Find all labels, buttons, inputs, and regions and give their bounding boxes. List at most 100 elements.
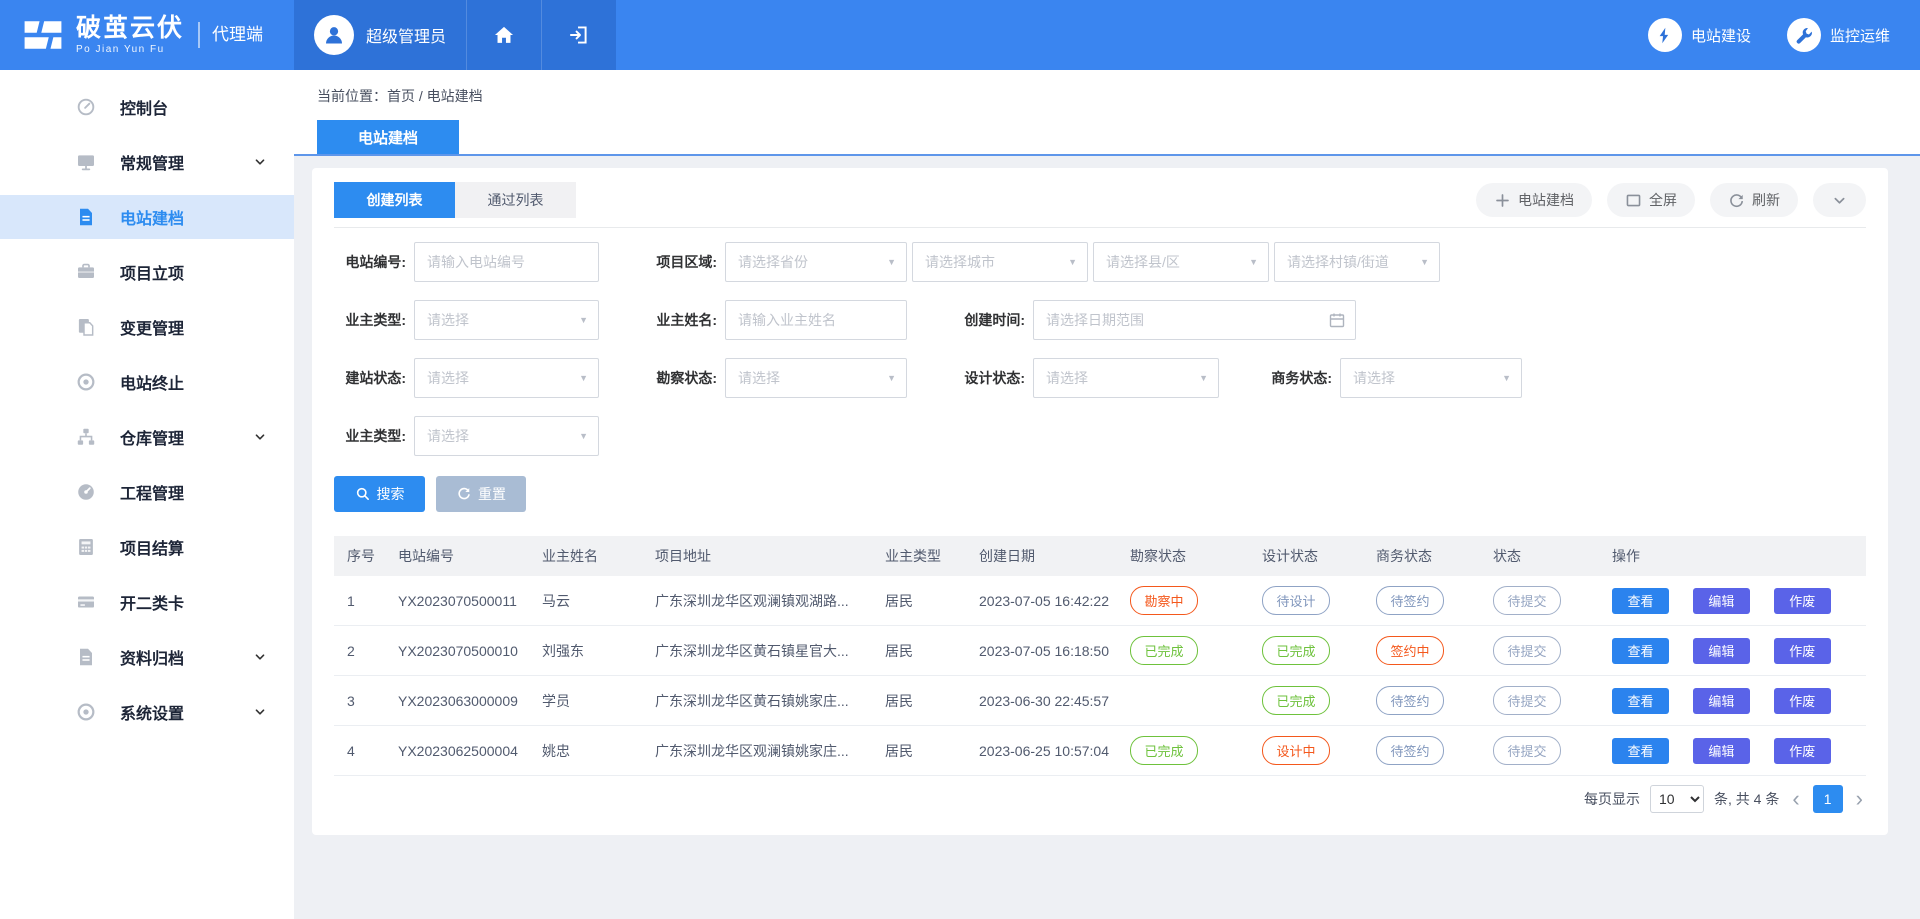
table-row: 1 YX2023070500011 马云 广东深圳龙华区观澜镇观湖路... 居民… [334, 576, 1866, 626]
void-button[interactable]: 作废 [1774, 638, 1831, 664]
caret-down-icon: ▼ [1068, 257, 1077, 267]
table-row: 4 YX2023062500004 姚忠 广东深圳龙华区观澜镇姚家庄... 居民… [334, 726, 1866, 776]
text-input[interactable] [414, 242, 599, 282]
status-badge: 待提交 [1493, 586, 1561, 615]
create-station-button[interactable]: 电站建档 [1476, 183, 1592, 217]
cell-address: 广东深圳龙华区黄石镇姚家庄... [655, 691, 885, 711]
select-control[interactable]: 请选择▼ [414, 300, 599, 340]
text-input[interactable] [725, 300, 907, 340]
cell-index: 2 [347, 643, 398, 659]
cell-created: 2023-06-30 22:45:57 [979, 693, 1130, 709]
sidebar-item-settings[interactable]: 系统设置 [0, 690, 294, 734]
select-control[interactable]: 请选择城市▼ [912, 242, 1088, 282]
cell-station-id: YX2023062500004 [398, 743, 542, 759]
view-button[interactable]: 查看 [1612, 588, 1669, 614]
void-button[interactable]: 作废 [1774, 738, 1831, 764]
filter-label: 业主姓名: [645, 310, 717, 330]
brand-name: 破茧云伏 [76, 15, 184, 43]
caret-down-icon: ▼ [1199, 373, 1208, 383]
home-icon [493, 24, 515, 46]
view-button[interactable]: 查看 [1612, 638, 1669, 664]
void-button[interactable]: 作废 [1774, 588, 1831, 614]
edit-button[interactable]: 编辑 [1693, 638, 1750, 664]
search-button[interactable]: 搜索 [334, 476, 425, 512]
cell-owner-type: 居民 [885, 691, 979, 711]
list-tab[interactable]: 创建列表 [334, 182, 455, 218]
select-control[interactable]: 请选择▼ [725, 358, 907, 398]
region-town-select: 请选择村镇/街道▼ [1274, 242, 1440, 282]
filter-label: 勘察状态: [645, 368, 717, 388]
select-control[interactable]: 请选择▼ [1340, 358, 1522, 398]
edit-button[interactable]: 编辑 [1693, 738, 1750, 764]
select-control[interactable]: 请选择省份▼ [725, 242, 907, 282]
gauge-icon [76, 482, 96, 502]
filter-label: 设计状态: [953, 368, 1025, 388]
edit-button[interactable]: 编辑 [1693, 588, 1750, 614]
view-button[interactable]: 查看 [1612, 738, 1669, 764]
list-tab[interactable]: 通过列表 [455, 182, 576, 218]
sidebar-item-change[interactable]: 变更管理 [0, 305, 294, 349]
select-control[interactable]: 请选择县/区▼ [1093, 242, 1269, 282]
sidebar-item-general[interactable]: 常规管理 [0, 140, 294, 184]
settings-icon [76, 702, 96, 722]
cell-created: 2023-07-05 16:18:50 [979, 643, 1130, 659]
sidebar-item-console[interactable]: 控制台 [0, 85, 294, 129]
sidebar-item-warehouse[interactable]: 仓库管理 [0, 415, 294, 459]
station-build-link[interactable]: 电站建设 [1648, 18, 1751, 52]
logout-button[interactable] [541, 0, 616, 70]
region-province-select: 项目区域: 请选择省份▼ [645, 242, 907, 282]
stop-circle-icon [76, 372, 96, 392]
column-header: 状态 [1493, 546, 1612, 566]
home-button[interactable] [466, 0, 541, 70]
sidebar-item-station-file[interactable]: 电站建档 [0, 195, 294, 239]
chevron-down-icon [252, 704, 268, 720]
design-status-badge: 待设计 [1262, 586, 1330, 615]
reset-button[interactable]: 重置 [436, 476, 526, 512]
text-input[interactable] [1033, 300, 1356, 340]
per-page-select[interactable]: 10 [1650, 785, 1704, 813]
briefcase-icon [76, 262, 96, 282]
chevron-down-icon [252, 429, 268, 445]
status-badge: 待提交 [1493, 686, 1561, 715]
sidebar-item-settlement[interactable]: 项目结算 [0, 525, 294, 569]
copy-icon [76, 317, 96, 337]
select-control[interactable]: 请选择▼ [414, 416, 599, 456]
app-header: 破茧云伏 Po Jian Yun Fu 代理端 超级管理员 电站建设 监控运维 [0, 0, 1920, 70]
sidebar-item-label: 电站建档 [120, 205, 184, 229]
caret-down-icon: ▼ [887, 373, 896, 383]
sidebar-item-engineering[interactable]: 工程管理 [0, 470, 294, 514]
sidebar-item-project-setup[interactable]: 项目立项 [0, 250, 294, 294]
void-button[interactable]: 作废 [1774, 688, 1831, 714]
refresh-button[interactable]: 刷新 [1710, 183, 1798, 217]
sidebar-item-archive[interactable]: 资料归档 [0, 635, 294, 679]
sidebar-item-terminate[interactable]: 电站终止 [0, 360, 294, 404]
select-control[interactable]: 请选择村镇/街道▼ [1274, 242, 1440, 282]
user-menu[interactable]: 超级管理员 [294, 0, 466, 70]
lightning-icon [1655, 26, 1674, 45]
brand-subtitle: Po Jian Yun Fu [76, 44, 184, 55]
total-label: 条, 共 4 条 [1714, 789, 1779, 809]
select-control[interactable]: 请选择▼ [1033, 358, 1219, 398]
fullscreen-button[interactable]: 全屏 [1607, 183, 1695, 217]
monitor-ops-link[interactable]: 监控运维 [1787, 18, 1890, 52]
next-page-button[interactable]: › [1853, 788, 1866, 810]
caret-down-icon: ▼ [1249, 257, 1258, 267]
brand: 破茧云伏 Po Jian Yun Fu 代理端 [0, 0, 294, 70]
status-badge: 待提交 [1493, 636, 1561, 665]
plus-icon [1494, 192, 1511, 209]
user-icon [322, 23, 346, 47]
owner-type-select: 业主类型: 请选择▼ [334, 300, 599, 340]
edit-button[interactable]: 编辑 [1693, 688, 1750, 714]
sidebar-item-label: 工程管理 [120, 480, 184, 504]
fullscreen-icon [1625, 192, 1642, 209]
sidebar-item-card[interactable]: 开二类卡 [0, 580, 294, 624]
cell-owner-type: 居民 [885, 641, 979, 661]
design-status-badge: 设计中 [1262, 736, 1330, 765]
select-control[interactable]: 请选择▼ [414, 358, 599, 398]
prev-page-button[interactable]: ‹ [1789, 788, 1802, 810]
more-button[interactable] [1813, 183, 1866, 217]
chevron-down-icon [252, 154, 268, 170]
view-button[interactable]: 查看 [1612, 688, 1669, 714]
current-page[interactable]: 1 [1813, 785, 1843, 813]
page-tab-station-file[interactable]: 电站建档 [317, 120, 459, 154]
